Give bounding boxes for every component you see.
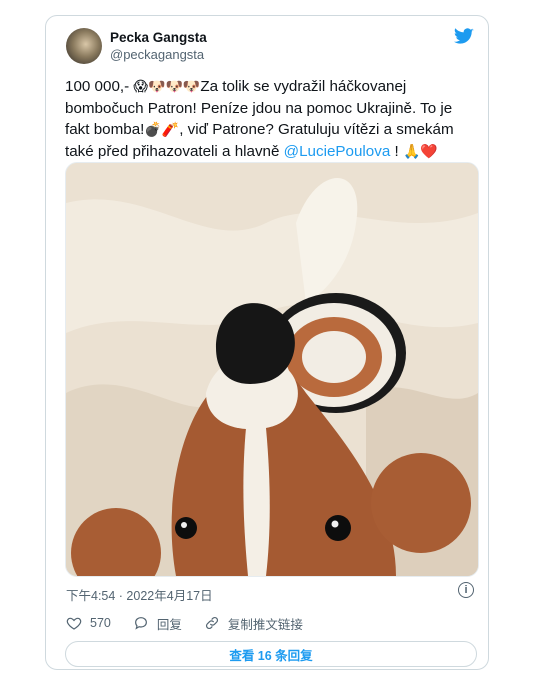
copy-link-button[interactable]: 复制推文链接 bbox=[204, 614, 303, 633]
like-button[interactable]: 570 bbox=[66, 615, 111, 631]
info-icon[interactable]: i bbox=[458, 582, 474, 598]
reply-button[interactable]: 回复 bbox=[133, 614, 182, 633]
action-bar: 570 回复 复制推文链接 bbox=[66, 613, 325, 633]
tweet-text: 100 000,- 😱🐶🐶🐶Za tolik se vydražil háčko… bbox=[65, 76, 477, 163]
amount-text: 100 000,- bbox=[65, 78, 130, 95]
tweet-photo[interactable] bbox=[65, 162, 479, 577]
emoji-group-3: 🙏❤️ bbox=[402, 144, 438, 160]
like-count: 570 bbox=[90, 616, 111, 630]
link-icon bbox=[205, 616, 218, 630]
reply-label: 回复 bbox=[156, 617, 182, 632]
emoji-group-2: 💣🧨 bbox=[144, 122, 180, 138]
tweet-timestamp[interactable]: 下午4:54 · 2022年4月17日 bbox=[66, 585, 213, 604]
tweet-card: Pecka Gangsta @peckagangsta 100 000,- 😱🐶… bbox=[45, 15, 489, 670]
display-name[interactable]: Pecka Gangsta bbox=[110, 30, 207, 45]
mention-link[interactable]: @LuciePoulova bbox=[284, 143, 391, 160]
view-replies-button[interactable]: 查看 16 条回复 bbox=[65, 641, 477, 667]
copy-link-label: 复制推文链接 bbox=[227, 617, 303, 632]
twitter-bird-icon[interactable] bbox=[454, 28, 474, 45]
handle[interactable]: @peckagangsta bbox=[110, 47, 204, 62]
crochet-toy-image bbox=[66, 163, 478, 576]
emoji-group-1: 😱🐶🐶🐶 bbox=[133, 79, 201, 95]
avatar[interactable] bbox=[66, 28, 102, 64]
reply-icon bbox=[134, 617, 147, 630]
heart-icon bbox=[66, 617, 82, 630]
tweet-text-3: ! bbox=[390, 143, 399, 160]
